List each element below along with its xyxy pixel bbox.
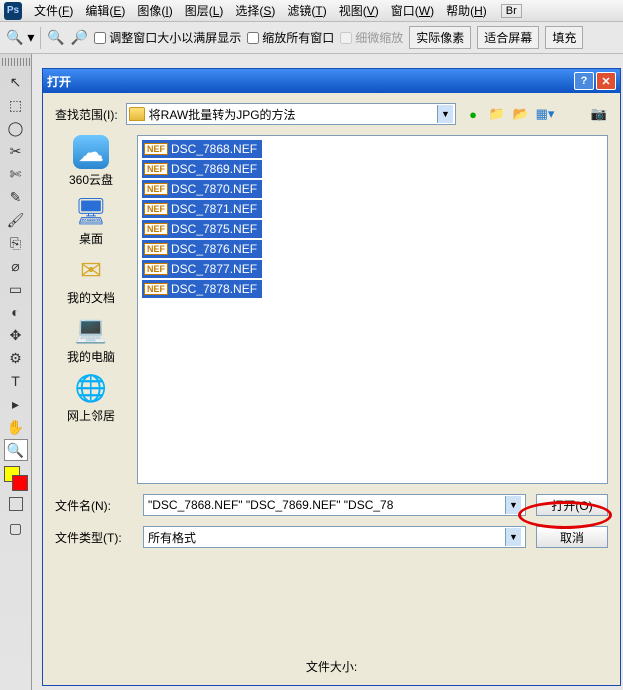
places-bar: ☁360云盘 🖥桌面 ✉我的文档 💻我的电脑 🌐网上邻居: [55, 135, 127, 484]
chevron-down-icon[interactable]: ▼: [437, 105, 453, 123]
filetype-dropdown[interactable]: 所有格式 ▼: [143, 526, 526, 548]
chevron-down-icon[interactable]: ▼: [505, 528, 521, 546]
actual-pixels-button[interactable]: 实际像素: [409, 26, 471, 49]
place-item[interactable]: ☁360云盘: [69, 135, 113, 188]
tool-13[interactable]: T: [4, 370, 28, 392]
zoom-tool-icon[interactable]: 🔍 ▾: [6, 29, 34, 46]
bridge-button[interactable]: Br: [501, 4, 522, 18]
tool-7[interactable]: ⎘: [4, 232, 28, 254]
menu-i[interactable]: 图像(I): [131, 0, 178, 21]
menu-t[interactable]: 滤镜(T): [281, 0, 332, 21]
open-dialog: 打开 ? ✕ 查找范围(I): 将RAW批量转为JPG的方法 ▼ ● 📁 📂 ▦…: [42, 68, 621, 686]
file-item[interactable]: NEFDSC_7869.NEF: [142, 160, 262, 178]
close-button[interactable]: ✕: [596, 72, 616, 90]
favorites-icon[interactable]: 📷: [590, 105, 608, 123]
tool-0[interactable]: ↖: [4, 71, 28, 93]
menu-v[interactable]: 视图(V): [333, 0, 385, 21]
tool-10[interactable]: ◐: [4, 301, 28, 323]
place-item[interactable]: 🖥桌面: [73, 194, 109, 247]
fit-screen-button[interactable]: 适合屏幕: [477, 26, 539, 49]
place-item[interactable]: 🌐网上邻居: [67, 371, 115, 424]
menu-l[interactable]: 图层(L): [179, 0, 230, 21]
tool-3[interactable]: ✂: [4, 140, 28, 162]
menu-e[interactable]: 编辑(E): [79, 0, 131, 21]
file-item[interactable]: NEFDSC_7876.NEF: [142, 240, 262, 258]
resize-window-checkbox[interactable]: 调整窗口大小以满屏显示: [94, 29, 241, 46]
filename-input[interactable]: "DSC_7868.NEF" "DSC_7869.NEF" "DSC_78 ▼: [143, 494, 526, 516]
zoom-out-icon[interactable]: 🔎: [71, 29, 88, 46]
folder-dropdown[interactable]: 将RAW批量转为JPG的方法 ▼: [126, 103, 456, 125]
tool-6[interactable]: 🖌: [4, 209, 28, 231]
view-menu-icon[interactable]: ▦▾: [536, 105, 554, 123]
tool-14[interactable]: ▸: [4, 393, 28, 415]
tool-15[interactable]: ✋: [4, 416, 28, 438]
tool-5[interactable]: ✎: [4, 186, 28, 208]
tool-12[interactable]: ⚙: [4, 347, 28, 369]
tool-1[interactable]: ⬚: [4, 94, 28, 116]
options-bar: 🔍 ▾ 🔍 🔎 调整窗口大小以满屏显示 缩放所有窗口 细微缩放 实际像素 适合屏…: [0, 22, 623, 54]
open-button[interactable]: 打开(O): [536, 494, 608, 516]
tool-4[interactable]: ✄: [4, 163, 28, 185]
help-button[interactable]: ?: [574, 72, 594, 90]
zoom-in-icon[interactable]: 🔍: [47, 29, 64, 46]
quickmask-icon[interactable]: [4, 493, 28, 515]
lookup-label: 查找范围(I):: [55, 106, 118, 123]
file-list[interactable]: NEFDSC_7868.NEF NEFDSC_7869.NEF NEFDSC_787…: [137, 135, 608, 484]
back-icon[interactable]: ●: [464, 105, 482, 123]
screenmode-icon[interactable]: ▢: [4, 517, 28, 539]
dialog-titlebar: 打开 ? ✕: [43, 69, 620, 93]
new-folder-icon[interactable]: 📂: [512, 105, 530, 123]
chevron-down-icon[interactable]: ▼: [505, 496, 521, 514]
file-item[interactable]: NEFDSC_7871.NEF: [142, 200, 262, 218]
cancel-button[interactable]: 取消: [536, 526, 608, 548]
tool-11[interactable]: ✥: [4, 324, 28, 346]
filename-label: 文件名(N):: [55, 497, 133, 514]
file-item[interactable]: NEFDSC_7877.NEF: [142, 260, 262, 278]
ps-logo: Ps: [4, 2, 22, 20]
menu-h[interactable]: 帮助(H): [440, 0, 493, 21]
app-menubar: Ps 文件(F)编辑(E)图像(I)图层(L)选择(S)滤镜(T)视图(V)窗口…: [0, 0, 623, 22]
place-item[interactable]: 💻我的电脑: [67, 312, 115, 365]
menu-f[interactable]: 文件(F): [28, 0, 79, 21]
tool-2[interactable]: ◯: [4, 117, 28, 139]
tool-16[interactable]: 🔍: [4, 439, 28, 461]
fine-zoom-checkbox: 细微缩放: [340, 29, 403, 46]
menu-w[interactable]: 窗口(W): [385, 0, 440, 21]
file-item[interactable]: NEFDSC_7868.NEF: [142, 140, 262, 158]
zoom-all-checkbox[interactable]: 缩放所有窗口: [247, 29, 334, 46]
tool-palette: ↖⬚◯✂✄✎🖌⎘⌀▭◐✥⚙T▸✋🔍 ▢: [0, 54, 32, 690]
file-item[interactable]: NEFDSC_7870.NEF: [142, 180, 262, 198]
palette-gripper[interactable]: [2, 58, 30, 66]
filesize-label: 文件大小:: [55, 658, 608, 675]
folder-icon: [129, 107, 145, 121]
tool-8[interactable]: ⌀: [4, 255, 28, 277]
place-item[interactable]: ✉我的文档: [67, 253, 115, 306]
file-item[interactable]: NEFDSC_7878.NEF: [142, 280, 262, 298]
up-icon[interactable]: 📁: [488, 105, 506, 123]
menu-s[interactable]: 选择(S): [229, 0, 281, 21]
fill-button[interactable]: 填充: [545, 26, 583, 49]
file-item[interactable]: NEFDSC_7875.NEF: [142, 220, 262, 238]
dialog-title: 打开: [47, 73, 71, 90]
filetype-label: 文件类型(T):: [55, 529, 133, 546]
background-color[interactable]: [12, 475, 28, 491]
tool-9[interactable]: ▭: [4, 278, 28, 300]
